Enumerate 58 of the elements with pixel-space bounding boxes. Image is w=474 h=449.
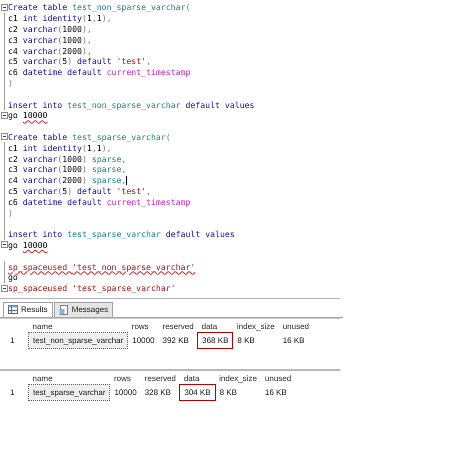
table-cell: 392 KB	[158, 332, 198, 348]
code-line: c1 int identity(1,1),	[8, 142, 112, 153]
table-cell-text: 16 KB	[282, 334, 306, 347]
code-line: c6 datetime default current_timestamp	[8, 196, 190, 207]
code-line: Create table test_non_sparse_varchar(	[8, 2, 190, 12]
table-cell: 368 KB	[198, 332, 233, 348]
code-line: c3 varchar(1000),	[8, 34, 92, 45]
table-cell: 10000	[110, 384, 141, 400]
row-number: 1	[6, 384, 28, 400]
code-line: c5 varchar(5) default 'test',	[8, 56, 151, 66]
column-header: rows	[128, 320, 159, 332]
code-line: c2 varchar(1000),	[8, 24, 92, 34]
row-number: 1	[6, 332, 28, 348]
column-header: index_size	[232, 320, 279, 332]
code-line: sp_spaceused 'test_sparse_varchar'	[8, 283, 176, 294]
column-header: unused	[264, 372, 292, 384]
table-cell: test_sparse_varchar	[28, 384, 110, 400]
column-header: name	[28, 372, 110, 384]
code-line: c3 varchar(1000) sparse,	[8, 164, 126, 174]
code-line: insert into test_non_sparse_varchar default values	[8, 100, 254, 110]
code-line: go 10000	[8, 110, 48, 120]
column-header: data	[180, 372, 216, 384]
code-line: )	[8, 78, 13, 88]
collapse-icon[interactable]	[0, 284, 8, 292]
table-cell: test_non_sparse_varchar	[28, 332, 128, 348]
code-line: c5 varchar(5) default 'test',	[8, 186, 151, 196]
table-cell: 304 KB	[180, 384, 216, 400]
code-line: go	[8, 272, 18, 282]
collapse-icon[interactable]	[0, 112, 8, 119]
table-cell-text: 16 KB	[264, 386, 288, 399]
table-cell: 8 KB	[232, 332, 279, 348]
collapse-icon[interactable]	[0, 4, 8, 11]
column-header: unused	[282, 320, 310, 332]
grid-icon	[8, 305, 18, 314]
document-icon	[58, 304, 69, 315]
code-line: c4 varchar(2000),	[8, 46, 92, 56]
code-line: c6 datetime default current_timestamp	[8, 67, 190, 78]
code-line: c1 int identity(1,1),	[8, 13, 112, 24]
table-cell: 8 KB	[215, 384, 261, 400]
code-line: c2 varchar(1000) sparse,	[8, 154, 126, 164]
table-cell: 10000	[128, 332, 159, 348]
code-line: )	[8, 208, 13, 218]
collapse-icon[interactable]	[0, 241, 8, 248]
results-tab[interactable]: Results	[3, 302, 53, 317]
code-line: c4 varchar(2000) sparse,	[8, 175, 126, 186]
column-header: rows	[110, 372, 141, 384]
code-line: Create table test_sparse_varchar(	[8, 132, 171, 142]
column-header: data	[198, 320, 233, 332]
code-line: go 10000	[8, 240, 48, 250]
column-header: name	[28, 320, 128, 332]
code-line: sp_spaceused 'test_non_sparse_varchar'	[8, 262, 196, 272]
column-header: reserved	[140, 372, 180, 384]
collapse-icon[interactable]	[0, 133, 8, 140]
code-line: insert into test_sparse_varchar default values	[8, 229, 235, 240]
column-header: reserved	[158, 320, 198, 332]
table-cell: 328 KB	[140, 384, 180, 400]
column-header: index_size	[215, 372, 261, 384]
results-tab[interactable]: Messages	[54, 302, 114, 317]
